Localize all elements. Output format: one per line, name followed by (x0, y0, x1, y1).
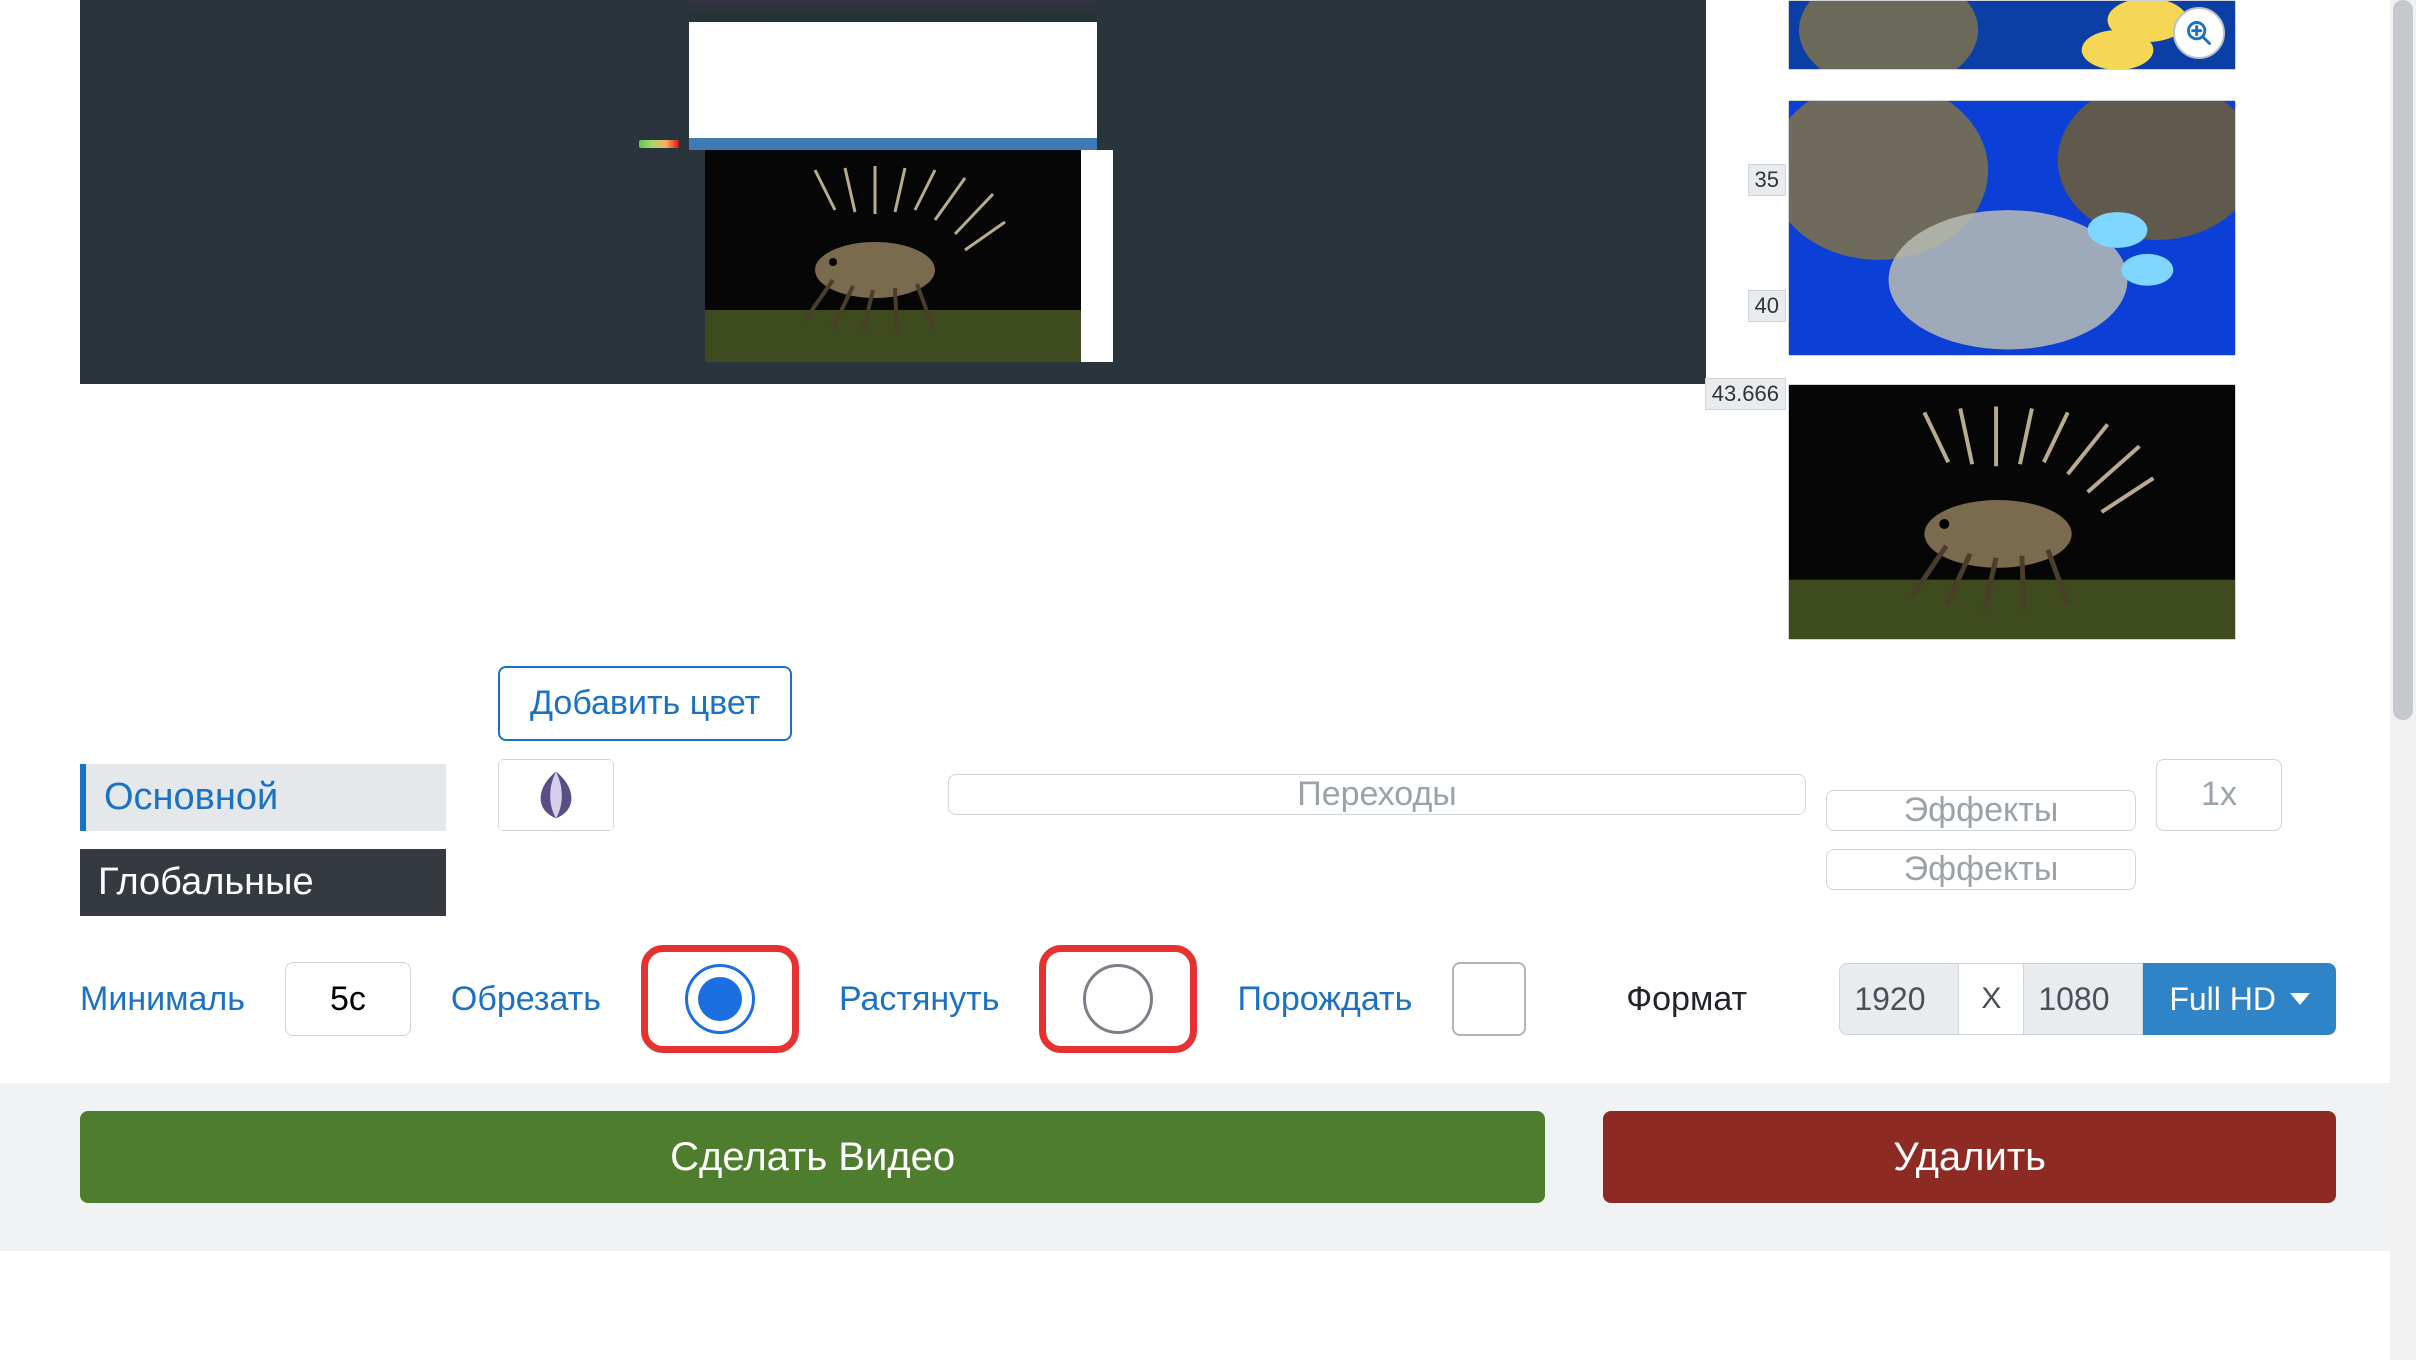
format-preset-label: Full HD (2169, 981, 2276, 1018)
stretch-label: Растянуть (839, 980, 1000, 1019)
tab-main-label: Основной (104, 776, 278, 818)
min-duration-input[interactable] (285, 962, 411, 1036)
action-bar: Сделать Видео Удалить (0, 1083, 2416, 1251)
chevron-down-icon (2290, 993, 2310, 1005)
make-video-label: Сделать Видео (670, 1135, 955, 1179)
format-group: X Full HD (1839, 963, 2336, 1035)
speed-field[interactable]: 1x (2156, 759, 2282, 831)
scrollbar-thumb[interactable] (2393, 0, 2413, 720)
tab-global-label: Глобальные (98, 861, 314, 903)
speed-value: 1x (2201, 775, 2237, 814)
thumbnail[interactable] (1788, 100, 2236, 356)
delete-button[interactable]: Удалить (1603, 1111, 2336, 1203)
format-height-input[interactable] (2023, 963, 2143, 1035)
crop-radio-highlight (641, 945, 799, 1053)
wait-checkbox[interactable] (1452, 962, 1526, 1036)
make-video-button[interactable]: Сделать Видео (80, 1111, 1545, 1203)
stretch-radio[interactable] (1083, 964, 1153, 1034)
preview-progress-bar[interactable] (689, 138, 1097, 150)
transitions-placeholder: Переходы (1297, 775, 1456, 814)
crop-label: Обрезать (451, 980, 601, 1019)
time-mark: 35 (1748, 164, 1786, 196)
preview-clip-fragment (689, 0, 1097, 22)
preview-gap-right (1081, 150, 1113, 362)
min-duration-label: Минималь (80, 980, 245, 1019)
format-label: Формат (1626, 980, 1747, 1019)
add-color-button[interactable]: Добавить цвет (498, 666, 792, 741)
effects-placeholder: Эффекты (1904, 791, 2059, 830)
delete-label: Удалить (1893, 1135, 2046, 1179)
effects-field-1[interactable]: Эффекты (1826, 790, 2136, 831)
thumbnail-strip: 35 40 43.666 (1714, 0, 2236, 640)
format-preset-dropdown[interactable]: Full HD (2143, 963, 2336, 1035)
media-swatch[interactable] (498, 759, 614, 831)
zoom-in-button[interactable] (2173, 7, 2225, 59)
add-color-label: Добавить цвет (530, 684, 760, 722)
format-width-input[interactable] (1839, 963, 1959, 1035)
time-mark: 43.666 (1705, 378, 1786, 410)
crop-radio[interactable] (685, 964, 755, 1034)
time-mark: 40 (1748, 290, 1786, 322)
wait-label: Порождать (1237, 980, 1412, 1019)
thumbnail[interactable] (1788, 0, 2236, 70)
transitions-field[interactable]: Переходы (948, 774, 1806, 815)
preview-gap (689, 22, 1097, 138)
preview-frame (705, 150, 1081, 362)
zoom-in-icon (2185, 19, 2213, 47)
preview-canvas[interactable] (80, 0, 1706, 384)
window-scrollbar[interactable] (2390, 0, 2416, 1360)
effects-placeholder: Эффекты (1904, 850, 2059, 889)
stretch-radio-highlight (1039, 945, 1197, 1053)
thumbnail[interactable] (1788, 384, 2236, 640)
radio-dot-icon (698, 977, 742, 1021)
tab-global[interactable]: Глобальные (80, 849, 446, 916)
effects-field-2[interactable]: Эффекты (1826, 849, 2136, 890)
format-separator: X (1959, 963, 2023, 1035)
tab-main[interactable]: Основной (80, 764, 446, 831)
